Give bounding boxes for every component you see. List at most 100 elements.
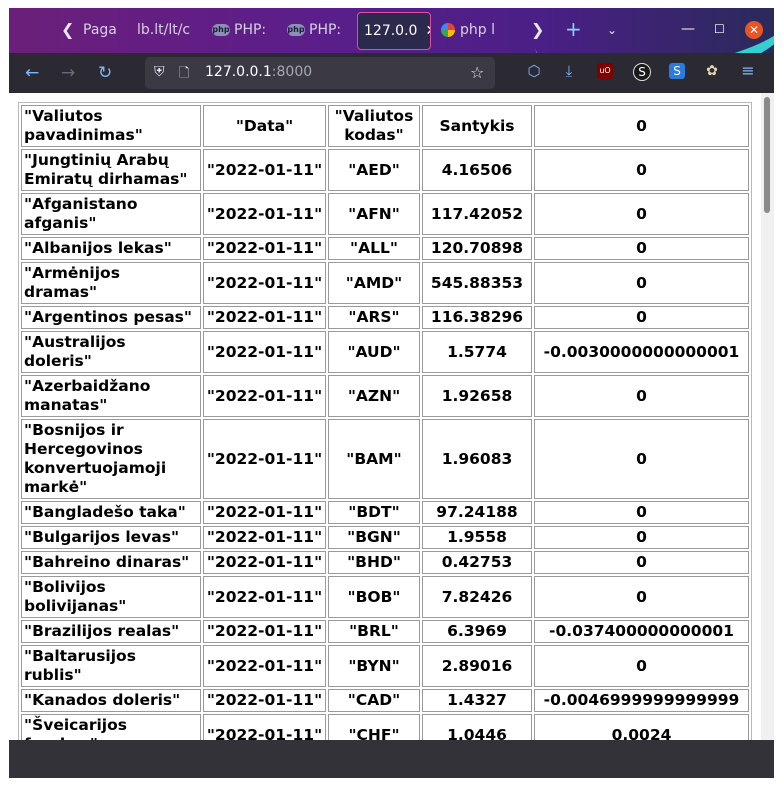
table-cell: 0	[534, 193, 749, 235]
back-icon[interactable]: ←	[25, 63, 39, 83]
tab-close-icon[interactable]: ✕	[425, 23, 430, 39]
table-cell: "Šveicarijos frankas"	[21, 714, 201, 740]
table-cell: "BOB"	[328, 576, 420, 618]
table-cell: -0.0030000000000001	[534, 331, 749, 373]
table-row: "Albanijos lekas" "2022-01-11" "ALL" 120.70…	[21, 237, 749, 260]
table-cell: "Argentinos pesas"	[21, 306, 201, 329]
tab-bar: ❮ Paga lb.lt/lt/c php PHP: php PHP: 127.0.…	[9, 8, 774, 53]
table-cell: "CAD"	[328, 689, 420, 712]
new-tab-icon[interactable]: +	[565, 17, 582, 41]
table-cell: "CHF"	[328, 714, 420, 740]
table-cell: 1.4327	[422, 689, 532, 712]
tracking-protection-shield-icon[interactable]: ⛨	[154, 64, 165, 80]
tab-label: php l	[460, 22, 495, 38]
table-cell: "Bulgarijos levas"	[21, 526, 201, 549]
address-bar[interactable]: ⛨ 🗋 127.0.0.1:8000 ☆	[145, 57, 495, 89]
table-cell: "AZN"	[328, 375, 420, 417]
tab-active[interactable]: 127.0.0 ✕	[357, 12, 431, 50]
table-cell: 117.42052	[422, 193, 532, 235]
tab-6[interactable]: php l	[441, 12, 499, 48]
maximize-icon[interactable]: ☐	[714, 22, 725, 36]
table-cell: "Australijos doleris"	[21, 331, 201, 373]
table-cell: 0	[534, 526, 749, 549]
table-cell: 0	[534, 576, 749, 618]
table-cell: 0	[534, 262, 749, 304]
table-cell: "2022-01-11"	[203, 551, 326, 574]
table-row: "Jungtinių Arabų Emiratų dirhamas" "2022-…	[21, 149, 749, 191]
table-row: "Azerbaidžano manatas" "2022-01-11" "AZN" 1…	[21, 375, 749, 417]
table-cell: 0	[534, 551, 749, 574]
table-cell: "Brazilijos realas"	[21, 620, 201, 643]
table-cell: 0	[534, 375, 749, 417]
navigation-toolbar: ← → ↻ ⛨ 🗋 127.0.0.1:8000 ☆ ⬡ ⤓ uO S S ✿ …	[9, 53, 774, 93]
tab-label: PHP:	[309, 22, 342, 38]
table-header-row: "Valiutos pavadinimas" "Data" "Valiutos …	[21, 105, 749, 147]
table-cell: "AFN"	[328, 193, 420, 235]
table-cell: "BAM"	[328, 419, 420, 499]
downloads-icon[interactable]: ⤓	[561, 63, 577, 79]
bookmark-star-icon[interactable]: ☆	[470, 63, 484, 82]
ublock-origin-icon[interactable]: uO	[597, 63, 613, 79]
table-cell: 97.24188	[422, 501, 532, 524]
tab-list-icon[interactable]: ⌄	[607, 23, 617, 37]
table-cell: 0	[534, 419, 749, 499]
forward-icon[interactable]: →	[61, 63, 75, 83]
tab-4[interactable]: php PHP:	[287, 12, 349, 48]
url-port: :8000	[271, 64, 313, 80]
table-cell: 0	[534, 306, 749, 329]
menu-icon[interactable]: ≡	[740, 63, 756, 79]
table-cell: "2022-01-11"	[203, 149, 326, 191]
table-cell: "Bosnijos ir Hercegovinos konvertuojamoj…	[21, 419, 201, 499]
tab-scroll-left-icon[interactable]: ❮	[61, 20, 74, 39]
table-cell: 0	[534, 645, 749, 687]
table-cell: 1.0446	[422, 714, 532, 740]
table-cell: "Bolivijos bolivijanas"	[21, 576, 201, 618]
table-cell: 6.3969	[422, 620, 532, 643]
s-blue-extension-icon[interactable]: S	[669, 63, 685, 79]
tab-label: lb.lt/lt/c	[137, 22, 191, 38]
table-cell: 2.89016	[422, 645, 532, 687]
table-cell: "Azerbaidžano manatas"	[21, 375, 201, 417]
minimize-icon[interactable]: —	[681, 21, 695, 37]
table-cell: 1.9558	[422, 526, 532, 549]
table-cell: "Bahreino dinaras"	[21, 551, 201, 574]
php-favicon-icon: php	[212, 24, 230, 36]
table-cell: "Bangladešo taka"	[21, 501, 201, 524]
table-cell: 116.38296	[422, 306, 532, 329]
page-info-icon[interactable]: 🗋	[179, 64, 189, 86]
pocket-icon[interactable]: ⬡	[526, 63, 542, 79]
table-cell: "BYN"	[328, 645, 420, 687]
table-cell: "AMD"	[328, 262, 420, 304]
table-cell: -0.0046999999999999	[534, 689, 749, 712]
table-cell: "2022-01-11"	[203, 526, 326, 549]
tab-1[interactable]: Paga	[83, 12, 131, 48]
table-cell: "AUD"	[328, 331, 420, 373]
php-favicon-icon: php	[287, 24, 305, 36]
tab-label: Paga	[83, 22, 117, 38]
table-row: "Baltarusijos rublis" "2022-01-11" "BYN" 2.…	[21, 645, 749, 687]
table-row: "Kanados doleris" "2022-01-11" "CAD" 1.4327…	[21, 689, 749, 712]
table-row: "Argentinos pesas" "2022-01-11" "ARS" 116.3…	[21, 306, 749, 329]
scrollbar-thumb[interactable]	[764, 97, 770, 213]
table-cell: "2022-01-11"	[203, 193, 326, 235]
table-cell: "BGN"	[328, 526, 420, 549]
table-cell: "2022-01-11"	[203, 331, 326, 373]
s-extension-icon[interactable]: S	[633, 63, 651, 81]
table-cell: 1.96083	[422, 419, 532, 499]
table-cell: "2022-01-11"	[203, 714, 326, 740]
table-cell: "BRL"	[328, 620, 420, 643]
table-cell: "ALL"	[328, 237, 420, 260]
table-cell: "2022-01-11"	[203, 419, 326, 499]
currency-rates-table: "Valiutos pavadinimas" "Data" "Valiutos …	[18, 102, 752, 740]
window-close-icon[interactable]: ✕	[745, 21, 763, 39]
table-cell: 4.16506	[422, 149, 532, 191]
tab-3[interactable]: php PHP:	[212, 12, 274, 48]
page-content: "Valiutos pavadinimas" "Data" "Valiutos …	[9, 93, 774, 740]
reload-icon[interactable]: ↻	[98, 63, 112, 83]
extension-icon[interactable]: ✿	[704, 63, 720, 79]
tab-2[interactable]: lb.lt/lt/c	[137, 12, 199, 48]
table-cell: "Jungtinių Arabų Emiratų dirhamas"	[21, 149, 201, 191]
table-row: "Brazilijos realas" "2022-01-11" "BRL" 6.39…	[21, 620, 749, 643]
tab-scroll-right-icon[interactable]: ❯	[531, 20, 544, 39]
vertical-scrollbar[interactable]	[761, 93, 774, 740]
